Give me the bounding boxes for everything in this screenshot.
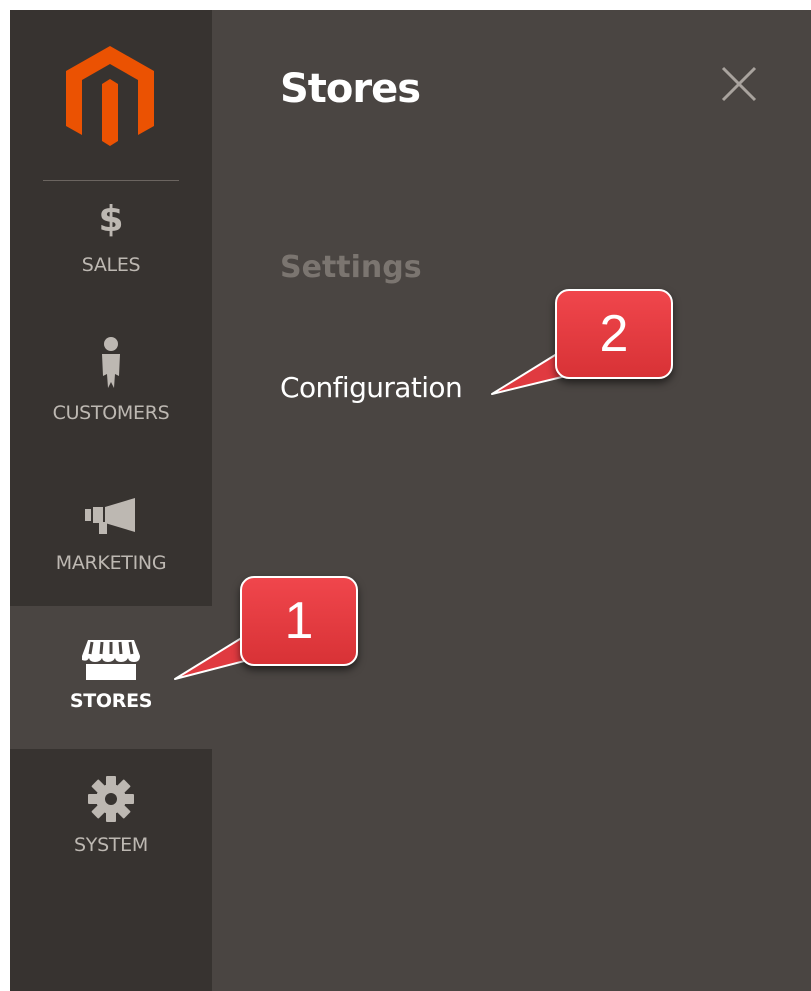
admin-menu-frame: $ SALES CUSTOMERS MARKETING STORES SYSTE…: [10, 10, 811, 991]
gear-icon: [88, 776, 134, 822]
close-icon[interactable]: [717, 62, 761, 106]
sidebar-item-label: SYSTEM: [74, 834, 148, 856]
megaphone-icon: [85, 498, 135, 534]
sidebar-item-stores[interactable]: STORES: [10, 606, 212, 749]
panel-title: Stores: [280, 66, 421, 112]
callout-badge-1: 1: [240, 576, 358, 666]
main-sidebar: $ SALES CUSTOMERS MARKETING STORES SYSTE…: [10, 10, 212, 991]
logo-divider: [43, 180, 179, 181]
sidebar-item-customers[interactable]: CUSTOMERS: [10, 336, 212, 446]
sidebar-item-label: STORES: [69, 690, 153, 712]
sidebar-item-marketing[interactable]: MARKETING: [10, 498, 212, 588]
storefront-icon: [82, 640, 140, 680]
callout-badge-2: 2: [555, 289, 673, 379]
stores-flyout-panel: Stores Settings Configuration: [212, 10, 811, 991]
dollar-icon: $: [98, 199, 124, 240]
magento-logo-icon[interactable]: [66, 46, 154, 146]
sidebar-item-label: SALES: [81, 254, 141, 276]
sidebar-item-sales[interactable]: $ SALES: [10, 200, 212, 300]
section-heading-settings: Settings: [280, 250, 422, 285]
sidebar-item-label: MARKETING: [55, 552, 167, 574]
person-icon: [102, 337, 120, 388]
configuration-link[interactable]: Configuration: [280, 371, 463, 404]
sidebar-item-label: CUSTOMERS: [52, 402, 170, 424]
sidebar-item-system[interactable]: SYSTEM: [10, 776, 212, 876]
